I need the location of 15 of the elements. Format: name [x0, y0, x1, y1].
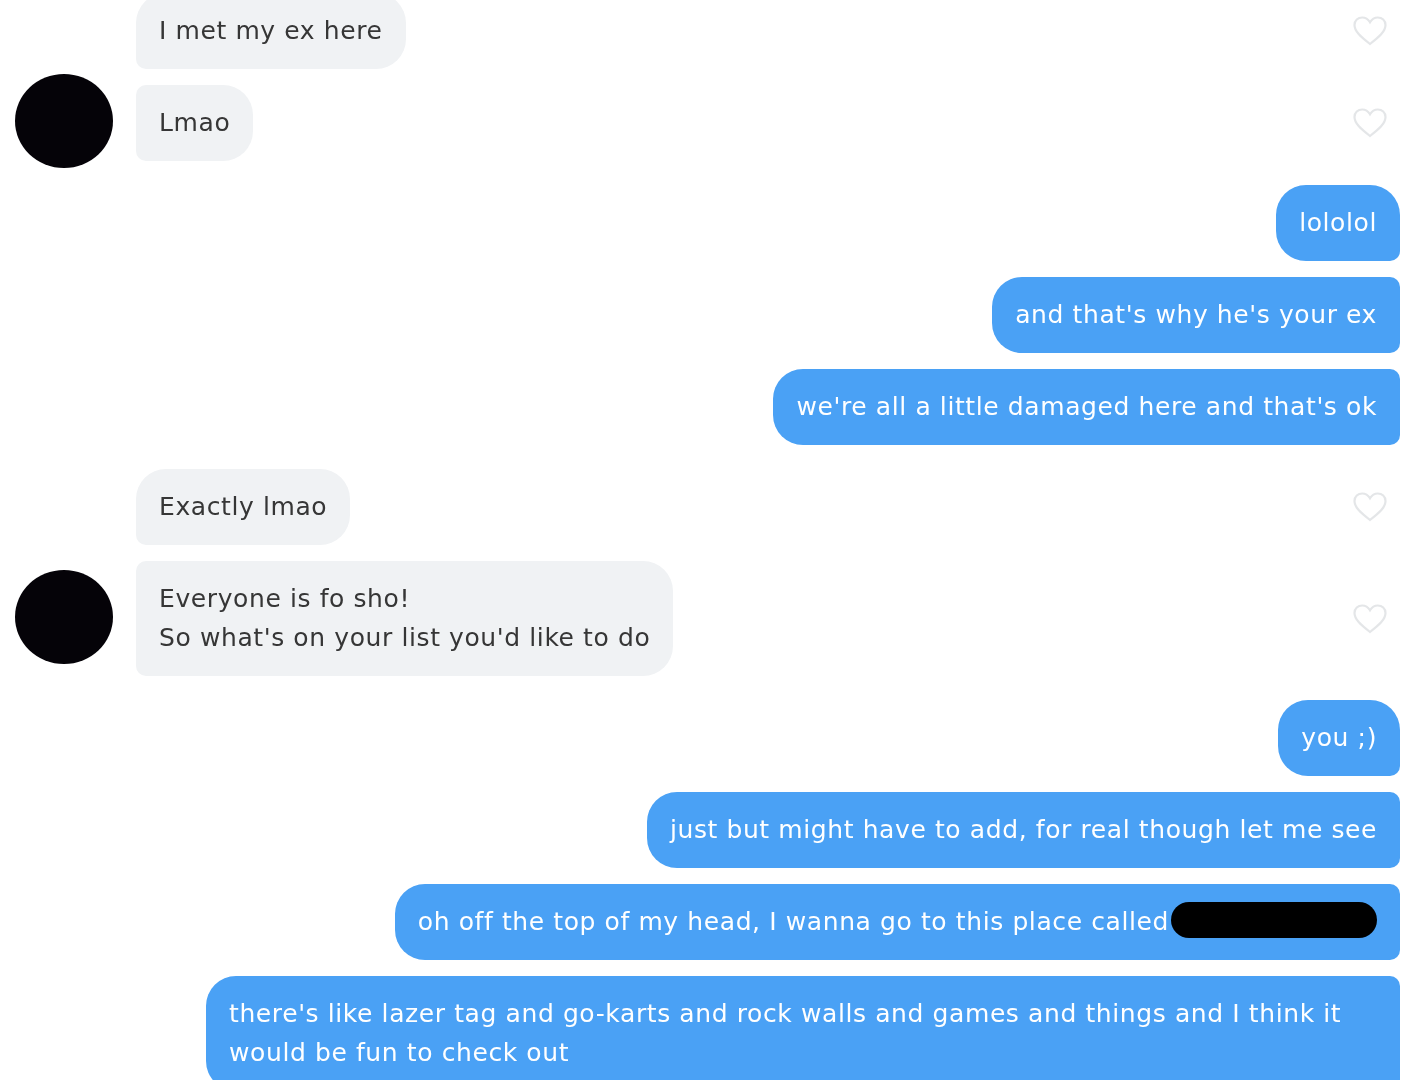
heart-icon[interactable] [1353, 603, 1387, 634]
message-text: oh off the top of my head, I wanna go to this place called [417, 907, 1169, 936]
heart-icon[interactable] [1353, 16, 1387, 46]
message-text: Lmao [159, 108, 231, 137]
message-text: and that's why he's your ex [1015, 300, 1377, 329]
message-text: we're all a little damaged here and that's ok [796, 392, 1377, 421]
message-text: Exactly lmao [159, 492, 328, 521]
message-text: there's like lazer tag and go-karts and rock walls and games and things and I think it would be fun to check out [229, 999, 1342, 1067]
message-text: you ;) [1301, 723, 1377, 752]
heart-icon[interactable] [1353, 492, 1387, 522]
message-text: lololol [1299, 208, 1377, 237]
message-text: I met my ex here [159, 16, 383, 45]
heart-icon[interactable] [1353, 108, 1387, 138]
message-text: Everyone is fo sho! So what's on your list you'd like to do [159, 584, 651, 652]
message-text: just but might have to add, for real though let me see [669, 815, 1377, 844]
